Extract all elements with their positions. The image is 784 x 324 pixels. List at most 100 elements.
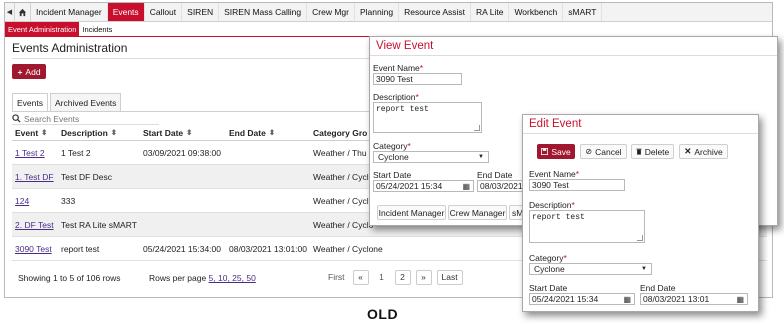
archive-button[interactable]: ✕ Archive xyxy=(679,144,728,159)
page-1-button[interactable]: 1 xyxy=(373,269,390,285)
page-first-button[interactable]: First xyxy=(325,269,348,285)
header-start-date[interactable]: Start Date ⬍ xyxy=(140,125,226,140)
save-button-label: Save xyxy=(551,146,571,157)
nav-ra-lite[interactable]: RA Lite xyxy=(471,3,510,21)
edit-description-textarea[interactable]: report test xyxy=(529,210,645,243)
add-event-button[interactable]: + Add xyxy=(12,64,46,79)
home-icon[interactable] xyxy=(15,3,31,21)
view-event-name-label: Event Name* xyxy=(373,63,424,73)
view-event-name-field: 3090 Test xyxy=(373,73,462,85)
archive-button-label: Archive xyxy=(694,146,723,157)
rows-per-page-label: Rows per page xyxy=(149,273,207,283)
page-2-button[interactable]: 2 xyxy=(394,269,411,285)
cell-end-date: 08/03/2021 13:01:00 xyxy=(229,243,307,254)
rows-per-page-options[interactable]: 5, 10, 25, 50 xyxy=(209,273,256,283)
pagination: First « 1 2 » Last xyxy=(325,269,463,285)
cell-description: report test xyxy=(61,243,100,254)
cell-description: 1 Test 2 xyxy=(61,147,91,158)
nav-callout[interactable]: Callout xyxy=(145,3,183,21)
event-link[interactable]: 1. Test DF xyxy=(15,172,54,182)
nav-planning[interactable]: Planning xyxy=(355,3,400,21)
cell-start-date xyxy=(140,213,226,236)
edit-event-name-label: Event Name* xyxy=(529,169,580,179)
calendar-icon: ▦ xyxy=(462,181,470,191)
header-description[interactable]: Description ⬍ xyxy=(58,125,140,140)
cell-description: 333 xyxy=(61,195,76,206)
rows-per-page: Rows per page 5, 10, 25, 50 xyxy=(149,273,256,283)
cell-start-date: 03/09/2021 09:38:00 xyxy=(143,147,221,158)
edit-start-date-label: Start Date xyxy=(529,283,568,293)
chevron-down-icon: ▼ xyxy=(641,266,647,272)
cell-end-date xyxy=(226,141,310,164)
edit-description-label: Description* xyxy=(529,200,575,210)
close-icon: ✕ xyxy=(684,146,692,156)
nav-back-arrow-icon[interactable]: ◀ xyxy=(5,3,15,21)
plus-icon: + xyxy=(17,66,23,77)
page-prev-button[interactable]: « xyxy=(352,269,369,285)
nav-incident-manager[interactable]: Incident Manager xyxy=(31,3,108,21)
old-caption: OLD xyxy=(367,306,399,322)
view-start-date-field: 05/24/2021 15:34 ▦ xyxy=(373,180,474,192)
incident-manager-button[interactable]: Incident Manager xyxy=(377,205,446,220)
save-button[interactable]: Save xyxy=(537,144,575,159)
event-link[interactable]: 124 xyxy=(15,196,29,206)
page-last-button[interactable]: Last xyxy=(436,269,463,285)
event-link[interactable]: 1 Test 2 xyxy=(15,148,45,158)
nav-siren-mass-calling[interactable]: SIREN Mass Calling xyxy=(219,3,308,21)
view-description-label: Description* xyxy=(373,92,419,102)
page-next-button[interactable]: » xyxy=(415,269,432,285)
header-event[interactable]: Event ⬍ xyxy=(12,125,58,140)
edit-category-select[interactable]: Cyclone ▼ xyxy=(529,263,652,275)
tab-events[interactable]: Events xyxy=(12,93,48,112)
edit-category-label: Category* xyxy=(529,253,567,263)
edit-event-window: Edit Event Save ⊘ Cancel Delete ✕ Archiv… xyxy=(522,114,759,312)
event-link[interactable]: 2. DF Test xyxy=(15,220,54,230)
nav-siren[interactable]: SIREN xyxy=(182,3,220,21)
nav-crew-mgr[interactable]: Crew Mgr xyxy=(307,3,355,21)
nav-workbench[interactable]: Workbench xyxy=(509,3,564,21)
cell-end-date xyxy=(226,213,310,236)
event-tabs: Events Archived Events xyxy=(12,93,123,112)
calendar-icon[interactable]: ▦ xyxy=(736,295,744,304)
page-title: Events Administration xyxy=(12,41,128,55)
crew-manager-button[interactable]: Crew Manager xyxy=(448,205,507,220)
view-event-title: View Event xyxy=(370,37,777,56)
view-start-date-label: Start Date xyxy=(373,170,412,180)
chevron-down-icon: ▼ xyxy=(478,154,484,160)
delete-button[interactable]: Delete xyxy=(631,144,674,159)
delete-button-label: Delete xyxy=(644,146,670,157)
nav-events[interactable]: Events xyxy=(107,3,145,21)
cancel-icon: ⊘ xyxy=(585,147,593,156)
trash-icon xyxy=(636,148,642,155)
edit-end-date-label: End Date xyxy=(640,283,676,293)
subnav-event-administration[interactable]: Event Administration xyxy=(5,22,80,36)
add-button-label: Add xyxy=(25,66,41,77)
event-link[interactable]: 3090 Test xyxy=(15,244,52,254)
top-nav: ◀ Incident Manager Events Callout SIREN … xyxy=(5,3,772,22)
cell-end-date xyxy=(226,165,310,188)
cell-start-date xyxy=(140,189,226,212)
nav-smart[interactable]: sMART xyxy=(563,3,603,21)
edit-event-name-input[interactable]: 3090 Test xyxy=(529,179,625,191)
cell-category: Weather / Cyclone xyxy=(313,243,383,254)
floppy-icon xyxy=(541,148,549,155)
sub-nav: Event Administration Incidents xyxy=(5,22,115,36)
edit-end-date-input[interactable]: 08/03/2021 13:01 ▦ xyxy=(640,293,748,305)
edit-start-date-input[interactable]: 05/24/2021 15:34 ▦ xyxy=(529,293,635,305)
search-input[interactable] xyxy=(24,113,152,124)
tab-archived-events[interactable]: Archived Events xyxy=(50,93,122,112)
header-end-date[interactable]: End Date ⬍ xyxy=(226,125,310,140)
cell-description: Test RA Lite sMART xyxy=(61,219,137,230)
cell-start-date xyxy=(140,165,226,188)
view-category-select[interactable]: Cyclone ▼ xyxy=(373,151,489,163)
cell-description: Test DF Desc xyxy=(61,171,113,182)
calendar-icon[interactable]: ▦ xyxy=(623,295,631,304)
nav-resource-assist[interactable]: Resource Assist xyxy=(399,3,472,21)
view-category-label: Category* xyxy=(373,141,411,151)
edit-event-title: Edit Event xyxy=(523,115,758,134)
search-icon xyxy=(12,114,21,123)
subnav-incidents[interactable]: Incidents xyxy=(79,22,115,36)
cell-start-date: 05/24/2021 15:34:00 xyxy=(143,243,221,254)
cancel-button[interactable]: ⊘ Cancel xyxy=(580,144,627,159)
view-description-field: report test xyxy=(373,102,482,133)
